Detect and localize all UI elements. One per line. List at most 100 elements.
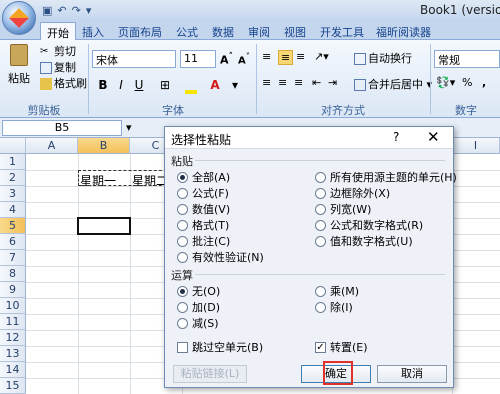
font-color-button[interactable]: A bbox=[206, 76, 224, 94]
tab-review[interactable]: 审阅 bbox=[242, 22, 276, 40]
decrease-indent-icon[interactable]: ⇤ bbox=[312, 76, 321, 89]
radio-icon bbox=[315, 219, 326, 231]
row-header[interactable]: 8 bbox=[0, 266, 26, 282]
column-header[interactable]: A bbox=[26, 138, 78, 154]
fill-color-icon[interactable] bbox=[182, 76, 200, 94]
tab-insert[interactable]: 插入 bbox=[76, 22, 110, 40]
copy-button[interactable]: 复制 bbox=[40, 59, 76, 75]
radio-paste-column-widths[interactable]: 列宽(W) bbox=[315, 201, 371, 217]
orientation-icon[interactable]: ↗▾ bbox=[314, 50, 329, 63]
radio-op-none[interactable]: 无(O) bbox=[177, 283, 220, 299]
number-format-select[interactable]: 常规 bbox=[434, 50, 500, 68]
radio-paste-comments[interactable]: 批注(C) bbox=[177, 233, 230, 249]
radio-paste-all[interactable]: 全部(A) bbox=[177, 169, 230, 185]
name-box[interactable]: B5 bbox=[2, 120, 122, 136]
italic-button[interactable]: I bbox=[112, 76, 130, 94]
grow-font-icon[interactable]: A˄ bbox=[220, 51, 233, 67]
save-icon[interactable]: ▣ bbox=[42, 4, 52, 17]
tab-page-layout[interactable]: 页面布局 bbox=[112, 22, 168, 40]
highlight-box bbox=[323, 361, 353, 385]
row-header[interactable]: 13 bbox=[0, 346, 26, 362]
select-all-corner[interactable] bbox=[0, 138, 26, 154]
row-header[interactable]: 6 bbox=[0, 234, 26, 250]
row-header[interactable]: 2 bbox=[0, 170, 26, 186]
wrap-text-button[interactable]: 自动换行 bbox=[354, 50, 412, 66]
radio-paste-validation[interactable]: 有效性验证(N) bbox=[177, 249, 264, 265]
align-center-icon[interactable]: ≡ bbox=[278, 76, 287, 89]
tab-view[interactable]: 视图 bbox=[278, 22, 312, 40]
copy-icon bbox=[40, 62, 52, 74]
row-header[interactable]: 11 bbox=[0, 314, 26, 330]
cancel-button[interactable]: 取消 bbox=[377, 365, 447, 383]
customize-qat-icon[interactable]: ▾ bbox=[86, 4, 92, 17]
cut-button[interactable]: ✂ 剪切 bbox=[40, 43, 76, 59]
borders-icon[interactable]: ⊞ bbox=[156, 76, 174, 94]
radio-icon bbox=[315, 171, 326, 183]
row-header[interactable]: 5 bbox=[0, 218, 26, 234]
active-cell-b5[interactable] bbox=[77, 217, 131, 235]
radio-paste-source-theme[interactable]: 所有使用源主题的单元(H) bbox=[315, 169, 457, 185]
increase-indent-icon[interactable]: ⇥ bbox=[328, 76, 337, 89]
name-box-dropdown-icon[interactable]: ▾ bbox=[126, 121, 132, 134]
radio-op-subtract[interactable]: 减(S) bbox=[177, 315, 219, 331]
underline-button[interactable]: U bbox=[130, 76, 148, 94]
radio-paste-formulas-numbers[interactable]: 公式和数字格式(R) bbox=[315, 217, 423, 233]
font-group-label: 字体 bbox=[162, 104, 184, 117]
wrap-text-icon bbox=[354, 53, 366, 65]
close-button[interactable]: ✕ bbox=[427, 128, 440, 146]
radio-paste-values-numbers[interactable]: 值和数字格式(U) bbox=[315, 233, 413, 249]
transpose-checkbox[interactable]: ✓ 转置(E) bbox=[315, 339, 368, 355]
radio-icon bbox=[177, 317, 188, 329]
merge-center-button[interactable]: 合并后居中 ▾ bbox=[354, 76, 432, 92]
font-size-select[interactable]: 11 bbox=[180, 50, 216, 68]
row-header[interactable]: 9 bbox=[0, 282, 26, 298]
radio-paste-formulas[interactable]: 公式(F) bbox=[177, 185, 229, 201]
row-header[interactable]: 4 bbox=[0, 202, 26, 218]
tab-foxit-reader[interactable]: 福昕阅读器 bbox=[370, 22, 437, 40]
column-header[interactable]: I bbox=[452, 138, 500, 154]
paste-link-button[interactable]: 粘贴链接(L) bbox=[173, 365, 247, 383]
row-header[interactable]: 10 bbox=[0, 298, 26, 314]
tab-formulas[interactable]: 公式 bbox=[170, 22, 204, 40]
font-color-dropdown-icon[interactable]: ▾ bbox=[226, 76, 244, 94]
group-separator bbox=[256, 44, 257, 114]
percent-button[interactable]: % bbox=[462, 76, 472, 89]
redo-icon[interactable]: ↷ bbox=[72, 4, 81, 17]
align-top-icon[interactable]: ≡ bbox=[262, 50, 271, 63]
radio-op-divide[interactable]: 除(I) bbox=[315, 299, 353, 315]
tab-home[interactable]: 开始 bbox=[40, 22, 76, 40]
currency-icon[interactable]: 💱▾ bbox=[436, 76, 455, 89]
align-right-icon[interactable]: ≡ bbox=[294, 76, 303, 89]
align-left-icon[interactable]: ≡ bbox=[262, 76, 271, 89]
row-header[interactable]: 3 bbox=[0, 186, 26, 202]
radio-op-multiply[interactable]: 乘(M) bbox=[315, 283, 359, 299]
help-button[interactable]: ? bbox=[393, 130, 399, 144]
skip-blanks-checkbox[interactable]: 跳过空单元(B) bbox=[177, 339, 263, 355]
row-header[interactable]: 15 bbox=[0, 378, 26, 394]
format-painter-button[interactable]: 格式刷 bbox=[40, 75, 87, 91]
radio-paste-values[interactable]: 数值(V) bbox=[177, 201, 230, 217]
radio-paste-no-borders[interactable]: 边框除外(X) bbox=[315, 185, 390, 201]
title-bar: ▣ ↶ ↷ ▾ Book1 (version 1 bbox=[0, 0, 500, 20]
row-header[interactable]: 7 bbox=[0, 250, 26, 266]
radio-icon bbox=[315, 235, 326, 247]
radio-icon bbox=[315, 203, 326, 215]
radio-paste-formats[interactable]: 格式(T) bbox=[177, 217, 229, 233]
number-group-label: 数字 bbox=[455, 104, 477, 117]
row-header[interactable]: 14 bbox=[0, 362, 26, 378]
align-middle-icon[interactable]: ≡ bbox=[278, 50, 294, 65]
radio-op-add[interactable]: 加(D) bbox=[177, 299, 220, 315]
font-name-select[interactable]: 宋体 bbox=[92, 50, 176, 68]
tab-developer[interactable]: 开发工具 bbox=[314, 22, 370, 40]
shrink-font-icon[interactable]: A˅ bbox=[238, 51, 250, 66]
paste-button[interactable]: 粘贴 bbox=[6, 44, 32, 96]
tab-data[interactable]: 数据 bbox=[206, 22, 240, 40]
row-header[interactable]: 1 bbox=[0, 154, 26, 170]
comma-button[interactable]: , bbox=[482, 76, 486, 89]
undo-icon[interactable]: ↶ bbox=[57, 4, 66, 17]
column-header[interactable]: B bbox=[78, 138, 130, 154]
bold-button[interactable]: B bbox=[94, 76, 112, 94]
align-bottom-icon[interactable]: ≡ bbox=[296, 50, 305, 63]
office-button[interactable] bbox=[2, 1, 36, 35]
row-header[interactable]: 12 bbox=[0, 330, 26, 346]
